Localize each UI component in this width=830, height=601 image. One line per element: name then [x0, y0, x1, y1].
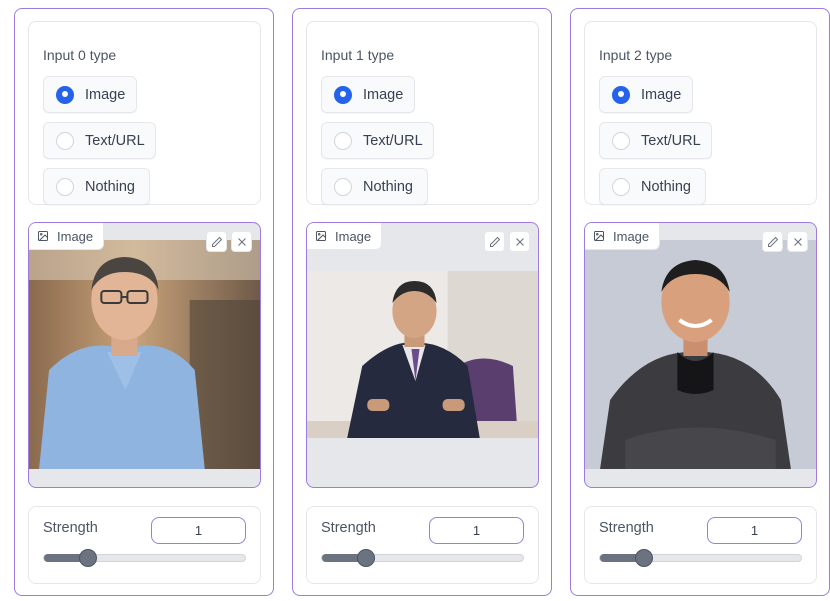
edit-button[interactable] [762, 231, 783, 252]
strength-slider[interactable] [321, 549, 524, 567]
strength-label: Strength [321, 520, 376, 536]
strength-control: Strength [28, 506, 261, 584]
clear-button[interactable] [509, 231, 530, 252]
radio-text-url[interactable]: Text/URL [43, 122, 156, 159]
image-icon [38, 231, 48, 241]
close-icon [237, 237, 246, 246]
strength-slider[interactable] [599, 549, 802, 567]
uploaded-photo [585, 240, 816, 469]
image-badge: Image [29, 223, 105, 250]
image-toolbar [762, 231, 808, 252]
radio-dot[interactable] [334, 177, 352, 196]
pencil-icon [489, 236, 500, 247]
radio-dot[interactable] [612, 177, 630, 196]
radio-text-url[interactable]: Text/URL [321, 122, 434, 159]
image-badge-label: Image [57, 228, 94, 244]
radio-image[interactable]: Image [321, 76, 415, 113]
radio-dot[interactable] [56, 177, 74, 196]
pencil-icon [767, 236, 778, 247]
image-upload-0[interactable]: Image [28, 222, 261, 488]
image-toolbar [206, 231, 252, 252]
image-badge-label: Image [613, 228, 650, 244]
radio-label: Nothing [363, 178, 413, 195]
image-upload-2[interactable]: Image [584, 222, 817, 488]
strength-number-input[interactable] [429, 517, 524, 544]
radio-label: Text/URL [363, 132, 423, 149]
input-type-label: Input 2 type [599, 47, 673, 63]
input-type-group: Input 0 type Image Text/URL Nothing [28, 21, 261, 205]
radio-label: Image [363, 86, 404, 103]
radio-label: Image [85, 86, 126, 103]
input-column-1: Input 1 type Image Text/URL Nothing Imag… [292, 8, 552, 596]
close-icon [793, 237, 802, 246]
input-type-group: Input 2 type Image Text/URL Nothing [584, 21, 817, 205]
strength-slider[interactable] [43, 549, 246, 567]
radio-nothing[interactable]: Nothing [321, 168, 428, 205]
input-type-label: Input 1 type [321, 47, 395, 63]
image-toolbar [484, 231, 530, 252]
slider-thumb[interactable] [635, 549, 654, 567]
clear-button[interactable] [787, 231, 808, 252]
strength-label: Strength [599, 520, 654, 536]
radio-dot[interactable] [56, 131, 74, 150]
image-badge-label: Image [335, 228, 372, 244]
uploaded-photo [29, 240, 260, 469]
edit-button[interactable] [484, 231, 505, 252]
pencil-icon [211, 236, 222, 247]
radio-nothing[interactable]: Nothing [599, 168, 706, 205]
slider-thumb[interactable] [79, 549, 98, 567]
radio-dot-selected[interactable] [612, 85, 630, 104]
strength-label: Strength [43, 520, 98, 536]
image-icon [594, 231, 604, 241]
radio-text-url[interactable]: Text/URL [599, 122, 712, 159]
radio-label: Nothing [641, 178, 691, 195]
radio-image[interactable]: Image [43, 76, 137, 113]
strength-control: Strength [584, 506, 817, 584]
clear-button[interactable] [231, 231, 252, 252]
image-badge: Image [307, 223, 383, 250]
edit-button[interactable] [206, 231, 227, 252]
input-type-label: Input 0 type [43, 47, 117, 63]
input-column-2: Input 2 type Image Text/URL Nothing Imag… [570, 8, 830, 596]
radio-dot-selected[interactable] [56, 85, 74, 104]
strength-number-input[interactable] [707, 517, 802, 544]
radio-label: Text/URL [641, 132, 701, 149]
radio-nothing[interactable]: Nothing [43, 168, 150, 205]
radio-image[interactable]: Image [599, 76, 693, 113]
image-icon [316, 231, 326, 241]
radio-dot[interactable] [334, 131, 352, 150]
radio-dot[interactable] [612, 131, 630, 150]
close-icon [515, 237, 524, 246]
radio-label: Text/URL [85, 132, 145, 149]
strength-number-input[interactable] [151, 517, 246, 544]
strength-control: Strength [306, 506, 539, 584]
radio-label: Image [641, 86, 682, 103]
slider-thumb[interactable] [357, 549, 376, 567]
input-column-0: Input 0 type Image Text/URL Nothing Imag… [14, 8, 274, 596]
image-upload-1[interactable]: Image [306, 222, 539, 488]
uploaded-photo [307, 271, 538, 438]
radio-label: Nothing [85, 178, 135, 195]
input-type-group: Input 1 type Image Text/URL Nothing [306, 21, 539, 205]
image-badge: Image [585, 223, 661, 250]
radio-dot-selected[interactable] [334, 85, 352, 104]
